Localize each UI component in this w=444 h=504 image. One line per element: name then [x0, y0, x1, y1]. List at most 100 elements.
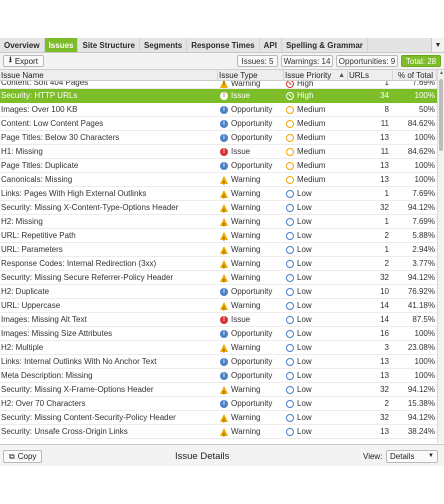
vertical-scrollbar[interactable]: ▲ [437, 70, 444, 443]
table-row[interactable]: URL: Parameters! Warning Low 1 2.94% [0, 243, 437, 257]
column-header-percent-total[interactable]: % of Total [393, 70, 437, 81]
percent-total-cell: 84.62% [407, 119, 435, 128]
issue-type-cell: ! Warning [220, 257, 282, 271]
percent-total-cell: 15.38% [407, 399, 435, 408]
table-row[interactable]: URL: Repetitive Path! Warning Low 2 5.88% [0, 229, 437, 243]
table-row[interactable]: Security: Missing Secure Referrer-Policy… [0, 271, 437, 285]
issue-priority-cell: Low [286, 299, 346, 313]
issue-priority-cell: Medium [286, 173, 346, 187]
warnings-filter-button[interactable]: Warnings: 14 [281, 55, 333, 67]
table-row[interactable]: Security: Missing Content-Security-Polic… [0, 411, 437, 425]
issue-type-cell: i Opportunity [220, 159, 282, 173]
warning-icon: ! [220, 246, 228, 257]
table-row[interactable]: Content: Soft 404 Pages! Warning High 1 7.69… [0, 81, 437, 89]
urls-cell: 13 [380, 175, 389, 184]
scrollbar-thumb[interactable] [439, 79, 443, 151]
table-row[interactable]: H2: Missing! Warning Low 1 7.69% [0, 215, 437, 229]
table-row[interactable]: Canonicals: Missing! Warning Medium 13 100% [0, 173, 437, 187]
table-row[interactable]: Links: Pages With High External Outlinks… [0, 187, 437, 201]
tab-api[interactable]: API [260, 38, 282, 52]
issue-type-cell: i Opportunity [220, 103, 282, 117]
column-header-issue-priority[interactable]: Issue Priority ▲ [284, 70, 348, 81]
urls-cell: 14 [380, 301, 389, 310]
tab-overview[interactable]: Overview [0, 38, 45, 52]
total-filter-button[interactable]: Total: 28 [401, 55, 441, 67]
table-row[interactable]: Security: Missing X-Content-Type-Options… [0, 201, 437, 215]
table-row[interactable]: Page Titles: Below 30 Characters i Opportu… [0, 131, 437, 145]
urls-cell: 2 [384, 231, 389, 240]
tabs-overflow-button[interactable]: ▼ [431, 38, 444, 52]
tab-spelling-grammar[interactable]: Spelling & Grammar [282, 38, 368, 52]
percent-total-cell: 7.69% [412, 81, 435, 87]
issue-name-cell: Security: Missing X-Content-Type-Options… [1, 203, 179, 212]
scroll-up-icon[interactable]: ▲ [438, 70, 444, 78]
tab-response-times[interactable]: Response Times [187, 38, 260, 52]
tab-segments[interactable]: Segments [140, 38, 188, 52]
table-row[interactable]: H1: Missing! Issue Medium 11 84.62% [0, 145, 437, 159]
view-label: View: [363, 452, 383, 461]
table-row[interactable]: H2: Multiple! Warning Low 3 23.08% [0, 341, 437, 355]
issue-priority-cell: Low [286, 187, 346, 201]
issue-type-label: Warning [231, 273, 261, 282]
issue-type-label: Issue [231, 91, 251, 100]
issue-priority-label: Medium [297, 105, 326, 114]
percent-total-cell: 94.12% [407, 203, 435, 212]
issue-priority-cell: Low [286, 201, 346, 215]
urls-cell: 13 [380, 357, 389, 366]
issue-type-label: Warning [231, 175, 261, 184]
table-row[interactable]: Links: Internal Outlinks With No Anchor … [0, 355, 437, 369]
issue-type-cell: i Opportunity [220, 355, 282, 369]
issue-priority-label: Medium [297, 147, 326, 156]
priority-low-icon [286, 386, 294, 394]
priority-low-icon [286, 344, 294, 352]
issue-priority-label: Medium [297, 175, 326, 184]
view-select[interactable]: Details ▼ [386, 450, 438, 463]
issue-priority-cell: Medium [286, 145, 346, 159]
copy-label: Copy [17, 452, 37, 461]
table-row[interactable]: Images: Missing Alt Text! Issue Low 14 87.5% [0, 313, 437, 327]
table-row[interactable]: Security: Unsafe Cross-Origin Links! Warn… [0, 425, 437, 439]
table-row[interactable]: Page Titles: Duplicate i Opportunity Medium… [0, 159, 437, 173]
issue-type-label: Warning [231, 301, 261, 310]
copy-button[interactable]: ⧉ Copy [3, 450, 43, 463]
column-header-urls[interactable]: URLs [348, 70, 393, 81]
issue-type-cell: ! Warning [220, 173, 282, 187]
table-row[interactable]: URL: Uppercase! Warning Low 14 41.18% [0, 299, 437, 313]
issue-type-cell: ! Warning [220, 299, 282, 313]
tab-issues[interactable]: Issues [44, 38, 79, 52]
column-header-issue-type[interactable]: Issue Type [218, 70, 284, 81]
priority-low-icon [286, 274, 294, 282]
issue-name-cell: Images: Missing Size Attributes [1, 329, 113, 338]
table-row[interactable]: H2: Over 70 Characters i Opportunity Low 2 15… [0, 397, 437, 411]
bottom-blank-area [0, 466, 444, 504]
urls-cell: 13 [380, 371, 389, 380]
issue-type-cell: i Opportunity [220, 117, 282, 131]
table-row[interactable]: Content: Low Content Pages i Opportunity Me… [0, 117, 437, 131]
opportunity-icon: i [220, 120, 228, 128]
opportunity-icon: i [220, 134, 228, 142]
tab-site-structure[interactable]: Site Structure [78, 38, 140, 52]
percent-total-cell: 84.62% [407, 147, 435, 156]
table-row[interactable]: Meta Description: Missing i Opportunity Low… [0, 369, 437, 383]
issue-priority-label: Low [297, 385, 312, 394]
issue-type-cell: ! Issue [220, 89, 282, 103]
urls-cell: 16 [380, 329, 389, 338]
issue-name-cell: Links: Pages With High External Outlinks [1, 189, 147, 198]
table-row[interactable]: Security: HTTP URLs! Issue High 34 100% [0, 89, 437, 103]
issue-name-cell: Security: Unsafe Cross-Origin Links [1, 427, 128, 436]
table-row[interactable]: Security: Missing X-Frame-Options Header… [0, 383, 437, 397]
issue-type-label: Warning [231, 217, 261, 226]
opportunity-icon: i [220, 162, 228, 170]
issue-name-cell: Security: Missing Content-Security-Polic… [1, 413, 176, 422]
table-row[interactable]: H2: Duplicate i Opportunity Low 10 76.92% [0, 285, 437, 299]
urls-cell: 1 [384, 217, 389, 226]
table-row[interactable]: Images: Missing Size Attributes i Opportun… [0, 327, 437, 341]
issues-filter-button[interactable]: Issues: 5 [237, 55, 278, 67]
table-row[interactable]: Images: Over 100 KB i Opportunity Medium 8 50… [0, 103, 437, 117]
export-button[interactable]: ⭳ Export [3, 55, 44, 67]
table-row[interactable]: Response Codes: Internal Redirection (3x… [0, 257, 437, 271]
opportunities-filter-button[interactable]: Opportunities: 9 [336, 55, 398, 67]
issue-priority-label: Low [297, 189, 312, 198]
warning-icon: ! [220, 218, 228, 229]
column-header-issue-name[interactable]: Issue Name [0, 70, 218, 81]
